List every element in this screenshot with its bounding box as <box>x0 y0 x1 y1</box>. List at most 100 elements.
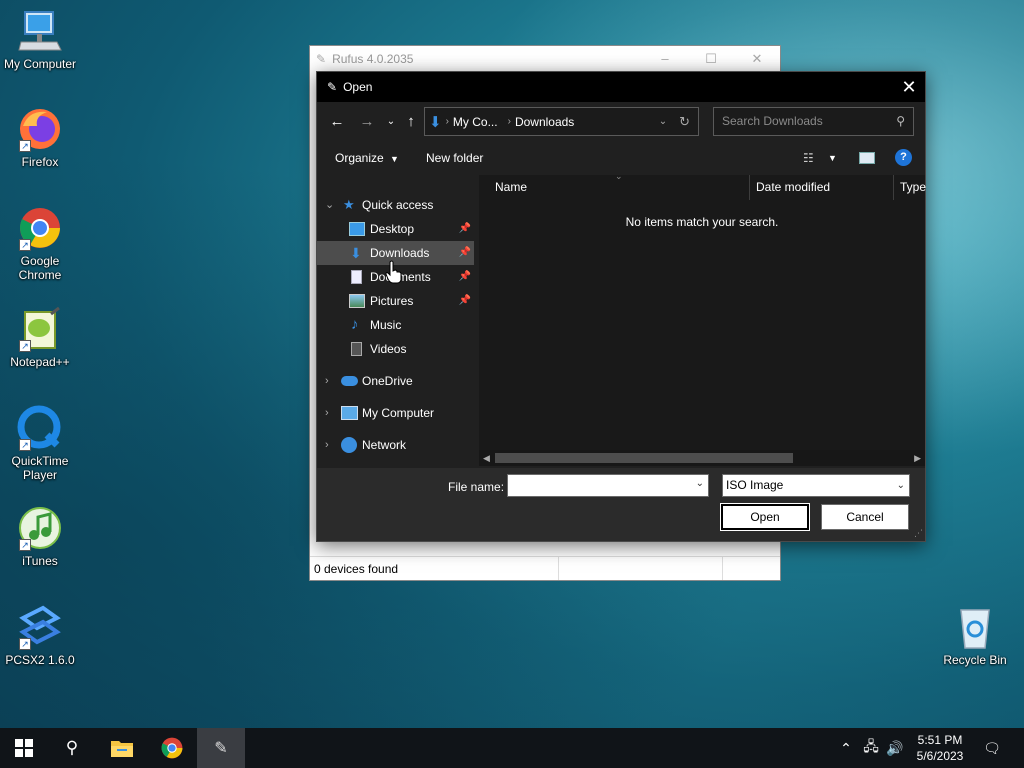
search-icon: ⚲ <box>896 114 905 128</box>
notifications-button[interactable]: 🗨 <box>978 728 1006 768</box>
nav-label: Music <box>370 318 402 332</box>
taskbar-file-explorer[interactable] <box>98 728 146 768</box>
taskbar-chrome[interactable] <box>148 728 196 768</box>
column-header-date-modified[interactable]: Date modified <box>756 175 830 200</box>
clock-time: 5:51 PM <box>917 733 963 747</box>
chevron-right-icon[interactable]: › <box>325 401 329 425</box>
nav-network[interactable]: › Network <box>317 433 474 457</box>
view-dropdown-icon[interactable]: ▼ <box>828 153 837 163</box>
desktop-icon-chrome[interactable]: ↗ Google Chrome <box>0 205 80 282</box>
hand-cursor-icon <box>385 260 402 284</box>
shortcut-arrow-icon: ↗ <box>19 239 31 251</box>
nav-my-computer[interactable]: › My Computer <box>317 401 474 425</box>
forward-button[interactable]: → <box>357 112 377 132</box>
pin-icon: 📌 <box>458 295 471 306</box>
taskbar-rufus[interactable]: ✎ <box>197 728 245 768</box>
preview-pane-icon[interactable] <box>859 152 875 164</box>
file-type-value: ISO Image <box>726 478 784 492</box>
start-button[interactable] <box>0 728 48 768</box>
nav-item-music[interactable]: ♪ Music <box>317 313 474 337</box>
close-button[interactable]: ✕ <box>734 51 780 67</box>
scroll-left-icon[interactable]: ◀ <box>483 450 490 466</box>
cancel-button[interactable]: Cancel <box>821 504 909 530</box>
usb-drive-icon: ✎ <box>214 740 228 757</box>
clock[interactable]: 5:51 PM 5/6/2023 <box>910 732 970 764</box>
minimize-button[interactable]: – <box>642 51 688 67</box>
search-button[interactable]: ⚲ <box>48 728 96 768</box>
chevron-down-icon: ⌄ <box>896 480 905 491</box>
maximize-button[interactable]: ☐ <box>688 51 734 67</box>
up-button[interactable]: ↑ <box>401 112 421 132</box>
chevron-down-icon: ▼ <box>390 154 399 164</box>
chevron-right-icon[interactable]: › <box>325 433 329 457</box>
view-options-icon[interactable]: ☷ <box>803 151 814 165</box>
desktop-icon-pcsx2[interactable]: ↗ PCSX2 1.6.0 <box>0 604 80 667</box>
search-box[interactable]: Search Downloads ⚲ <box>713 107 914 136</box>
desktop-icon-my-computer[interactable]: My Computer <box>0 8 80 71</box>
chevron-down-icon[interactable]: ⌄ <box>325 193 334 217</box>
recent-locations-button[interactable]: ⌄ <box>381 112 401 132</box>
horizontal-scrollbar[interactable]: ◀ ▶ <box>479 450 925 466</box>
notification-icon: 🗨 <box>983 739 1001 756</box>
address-bar[interactable]: ⬇ › My Co... › Downloads ⌄ ↻ <box>424 107 699 136</box>
open-button[interactable]: Open <box>720 503 810 531</box>
nav-onedrive[interactable]: › OneDrive <box>317 369 474 393</box>
desktop-icon-firefox[interactable]: ↗ Firefox <box>0 106 80 169</box>
chevron-down-icon[interactable]: ⌄ <box>696 478 704 489</box>
network-tray-icon[interactable]: 🖧 <box>860 728 882 768</box>
nav-label: Pictures <box>370 294 414 308</box>
address-dropdown-icon[interactable]: ⌄ <box>659 116 667 127</box>
shortcut-arrow-icon: ↗ <box>19 340 31 352</box>
taskbar: ⚲ ✎ ⌃ 🖧 🔊 5:51 PM 5/6/2023 🗨 <box>0 728 1024 768</box>
dialog-close-button[interactable]: ✕ <box>893 72 925 102</box>
refresh-icon[interactable]: ↻ <box>679 114 690 130</box>
nav-label: Network <box>362 438 407 452</box>
column-header-name[interactable]: Name <box>495 175 527 200</box>
scrollbar-thumb[interactable] <box>495 453 793 463</box>
usb-drive-icon: ✎ <box>327 80 338 94</box>
network-icon <box>341 437 357 453</box>
recycle-bin-icon <box>952 604 998 650</box>
nav-item-desktop[interactable]: Desktop 📌 <box>317 217 474 241</box>
show-hidden-icons-button[interactable]: ⌃ <box>836 728 856 768</box>
dialog-title: Open <box>343 80 373 94</box>
shortcut-arrow-icon: ↗ <box>19 140 31 152</box>
nav-item-videos[interactable]: Videos <box>317 337 474 361</box>
nav-quick-access[interactable]: ⌄ ★ Quick access <box>317 193 474 217</box>
desktop-icon-label: My Computer <box>3 57 77 71</box>
folder-icon <box>111 741 133 757</box>
chrome-icon <box>161 737 183 759</box>
video-icon <box>351 342 362 356</box>
shortcut-arrow-icon: ↗ <box>19 638 31 650</box>
help-icon[interactable]: ? <box>895 149 912 166</box>
notepadpp-icon: ↗ <box>17 306 63 352</box>
desktop-icon-quicktime[interactable]: ↗ QuickTime Player <box>0 405 80 482</box>
desktop-icon-notepadpp[interactable]: ↗ Notepad++ <box>0 306 80 369</box>
breadcrumb-downloads[interactable]: Downloads <box>515 115 574 129</box>
file-type-select[interactable]: ISO Image ⌄ <box>722 474 910 497</box>
clock-date: 5/6/2023 <box>916 749 964 763</box>
new-folder-button[interactable]: New folder <box>426 151 483 165</box>
volume-tray-icon[interactable]: 🔊 <box>884 728 906 768</box>
nav-label: My Computer <box>362 406 435 420</box>
speaker-icon: 🔊 <box>886 739 904 756</box>
organize-button[interactable]: Organize ▼ <box>335 151 399 165</box>
chevron-right-icon[interactable]: › <box>325 369 329 393</box>
resize-grip-icon[interactable]: ⋰ <box>914 528 923 539</box>
breadcrumb-my-computer[interactable]: My Co... <box>453 115 498 129</box>
quicktime-icon: ↗ <box>17 405 63 451</box>
desktop-icon-itunes[interactable]: ↗ iTunes <box>0 505 80 568</box>
dialog-titlebar[interactable]: ✎ Open <box>317 72 925 102</box>
file-name-input[interactable]: ⌄ <box>507 474 709 497</box>
nav-item-pictures[interactable]: Pictures 📌 <box>317 289 474 313</box>
desktop-icon-recycle-bin[interactable]: Recycle Bin <box>935 604 1015 667</box>
scroll-right-icon[interactable]: ▶ <box>914 450 921 466</box>
shortcut-arrow-icon: ↗ <box>19 439 31 451</box>
back-button[interactable]: ← <box>327 112 347 132</box>
file-list[interactable]: ⌄ Name Date modified Type No items match… <box>479 171 926 465</box>
column-header-type[interactable]: Type <box>900 175 926 200</box>
file-name-label: File name: <box>448 480 505 494</box>
rufus-titlebar[interactable]: ✎ Rufus 4.0.2035 – ☐ ✕ <box>310 46 780 71</box>
sort-indicator-icon: ⌄ <box>615 171 623 181</box>
desktop-folder-icon <box>349 222 365 236</box>
